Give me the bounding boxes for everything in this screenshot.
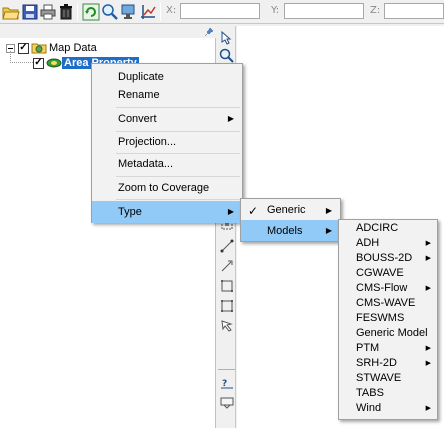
menu-item-projection[interactable]: Projection... bbox=[92, 131, 242, 153]
submenu-arrow-icon: ▶ bbox=[325, 206, 332, 215]
menu-item-models[interactable]: Models ▶ bbox=[241, 220, 340, 241]
menu-item-stwave[interactable]: STWAVE bbox=[339, 370, 437, 386]
create-polygon-tool-icon[interactable] bbox=[219, 278, 235, 294]
pin-icon[interactable] bbox=[204, 27, 214, 37]
menu-separator bbox=[116, 199, 240, 200]
x-coordinate-label: X: bbox=[166, 5, 177, 16]
menu-item-type[interactable]: Type ▶ bbox=[92, 201, 242, 223]
submenu-arrow-icon: ▶ bbox=[425, 405, 431, 412]
menu-item-cms-flow[interactable]: CMS-Flow ▶ bbox=[339, 280, 437, 296]
help-tool-icon[interactable]: ? bbox=[219, 376, 235, 392]
tool-separator bbox=[218, 369, 235, 370]
toolbar-separator bbox=[77, 3, 78, 21]
select-vertex-tool-icon[interactable] bbox=[219, 318, 235, 334]
visibility-checkbox[interactable]: ✓ bbox=[33, 57, 44, 69]
submenu-arrow-icon: ▶ bbox=[425, 345, 431, 352]
z-coordinate-field bbox=[384, 3, 444, 19]
display-options-icon[interactable] bbox=[120, 3, 138, 21]
coverage-context-menu: Duplicate Rename Convert ▶ Projection...… bbox=[91, 63, 243, 223]
select-tool-icon[interactable] bbox=[219, 30, 235, 46]
menu-item-srh-2d[interactable]: SRH-2D ▶ bbox=[339, 355, 437, 371]
menu-item-convert[interactable]: Convert ▶ bbox=[92, 108, 242, 130]
z-coordinate-label: Z: bbox=[370, 5, 381, 16]
menu-item-zoom-to-coverage[interactable]: Zoom to Coverage bbox=[92, 177, 242, 199]
menu-item-tabs[interactable]: TABS bbox=[339, 385, 437, 401]
submenu-arrow-icon: ▶ bbox=[425, 255, 431, 262]
open-folder-icon[interactable] bbox=[2, 3, 20, 21]
create-arc-tool-icon[interactable] bbox=[219, 238, 235, 254]
visibility-checkbox[interactable]: ✓ bbox=[18, 42, 29, 54]
menu-item-adcirc[interactable]: ADCIRC bbox=[339, 220, 437, 236]
coverage-icon bbox=[46, 58, 62, 68]
menu-item-wind[interactable]: Wind ▶ bbox=[339, 400, 437, 416]
menu-item-generic[interactable]: ✓ Generic ▶ bbox=[241, 200, 340, 220]
tree-connector bbox=[10, 62, 33, 63]
y-coordinate-label: Y: bbox=[271, 5, 280, 16]
submenu-arrow-icon: ▶ bbox=[325, 226, 332, 235]
select-arc-tool-icon[interactable] bbox=[219, 258, 235, 274]
models-submenu: ADCIRC ADH ▶ BOUSS-2D ▶ CGWAVE CMS-Flow … bbox=[338, 219, 438, 420]
refresh-icon[interactable] bbox=[82, 3, 100, 21]
menu-item-cms-wave[interactable]: CMS-WAVE bbox=[339, 295, 437, 311]
menu-item-rename[interactable]: Rename bbox=[92, 84, 242, 106]
menu-item-ptm[interactable]: PTM ▶ bbox=[339, 340, 437, 356]
menu-item-adh[interactable]: ADH ▶ bbox=[339, 235, 437, 251]
panel-header bbox=[0, 26, 216, 38]
menu-item-metadata[interactable]: Metadata... bbox=[92, 153, 242, 175]
submenu-arrow-icon: ▶ bbox=[425, 360, 431, 367]
y-coordinate-field bbox=[284, 3, 364, 19]
measure-tool-icon[interactable] bbox=[219, 394, 235, 410]
x-coordinate-field bbox=[180, 3, 260, 19]
menu-item-bouss-2d[interactable]: BOUSS-2D ▶ bbox=[339, 250, 437, 266]
save-icon[interactable] bbox=[21, 3, 39, 21]
submenu-arrow-icon: ▶ bbox=[425, 285, 431, 292]
tree-node-label: Map Data bbox=[49, 42, 97, 54]
toolbar-separator bbox=[160, 3, 161, 21]
tree-node-map-data[interactable]: ✓ Map Data bbox=[6, 41, 99, 55]
submenu-arrow-icon: ▶ bbox=[227, 114, 234, 123]
select-polygon-tool-icon[interactable] bbox=[219, 298, 235, 314]
submenu-arrow-icon: ▶ bbox=[425, 240, 431, 247]
menu-item-feswms[interactable]: FESWMS bbox=[339, 310, 437, 326]
delete-trash-icon[interactable] bbox=[57, 3, 75, 21]
zoom-tool-icon[interactable] bbox=[219, 48, 235, 64]
projection-icon[interactable] bbox=[139, 3, 157, 21]
zoom-frame-icon[interactable] bbox=[101, 3, 119, 21]
print-icon[interactable] bbox=[39, 3, 57, 21]
menu-item-cgwave[interactable]: CGWAVE bbox=[339, 265, 437, 281]
type-submenu: ✓ Generic ▶ Models ▶ bbox=[240, 198, 341, 242]
menu-item-generic-model[interactable]: Generic Model bbox=[339, 325, 437, 341]
main-toolbar: X: Y: Z: bbox=[0, 0, 444, 24]
submenu-arrow-icon: ▶ bbox=[227, 207, 234, 216]
map-data-folder-icon bbox=[31, 43, 47, 54]
checkmark-icon: ✓ bbox=[248, 204, 259, 218]
